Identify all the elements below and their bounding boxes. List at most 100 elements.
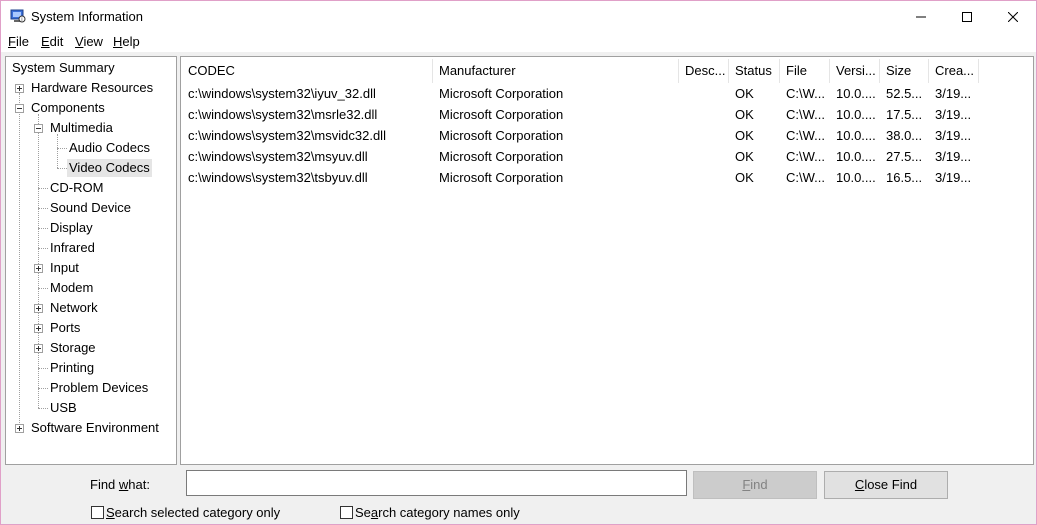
- tree-expand-icon[interactable]: [15, 424, 24, 433]
- tree-item-storage[interactable]: Storage: [50, 339, 96, 357]
- tree-collapse-icon[interactable]: [34, 124, 43, 133]
- column-header-description[interactable]: Desc...: [679, 59, 729, 83]
- column-header-created[interactable]: Crea...: [929, 59, 979, 83]
- menu-edit[interactable]: Edit: [41, 34, 63, 49]
- close-button[interactable]: [990, 1, 1036, 32]
- checkbox-box[interactable]: [340, 505, 353, 519]
- column-header-manufacturer[interactable]: Manufacturer: [433, 59, 679, 83]
- svg-text:i: i: [21, 17, 22, 23]
- column-header-codec[interactable]: CODEC: [182, 59, 433, 83]
- search-selected-mnemonic: S: [106, 504, 115, 520]
- table-cell[interactable]: 52.5...: [880, 83, 929, 104]
- find-button[interactable]: Find: [693, 471, 817, 499]
- table-cell[interactable]: c:\windows\system32\tsbyuv.dll: [182, 167, 433, 188]
- table-cell[interactable]: OK: [729, 125, 780, 146]
- table-cell[interactable]: 10.0....: [830, 167, 880, 188]
- table-cell[interactable]: 3/19...: [929, 125, 979, 146]
- minimize-icon: [916, 16, 926, 17]
- tree-connector: [19, 93, 20, 429]
- tree-item-software-environment[interactable]: Software Environment: [31, 419, 159, 437]
- table-cell[interactable]: C:\W...: [780, 104, 830, 125]
- maximize-icon: [962, 11, 972, 22]
- table-cell[interactable]: 10.0....: [830, 146, 880, 167]
- table-cell[interactable]: 3/19...: [929, 104, 979, 125]
- tree-connector: [38, 208, 48, 209]
- checkbox-box[interactable]: [91, 505, 104, 519]
- tree-collapse-icon[interactable]: [15, 104, 24, 113]
- table-cell[interactable]: Microsoft Corporation: [433, 104, 679, 125]
- tree-item-modem[interactable]: Modem: [50, 279, 93, 297]
- tree-expand-icon[interactable]: [34, 324, 43, 333]
- table-cell[interactable]: C:\W...: [780, 125, 830, 146]
- tree-item-usb[interactable]: USB: [50, 399, 77, 417]
- table-cell[interactable]: Microsoft Corporation: [433, 83, 679, 104]
- details-list[interactable]: CODEC Manufacturer Desc... Status File V…: [180, 56, 1034, 465]
- tree-expand-icon[interactable]: [34, 304, 43, 313]
- minimize-button[interactable]: [898, 1, 944, 32]
- tree-item-label: Input: [50, 260, 79, 275]
- menu-file[interactable]: File: [8, 34, 29, 49]
- table-cell[interactable]: 10.0....: [830, 104, 880, 125]
- tree-item-label: Audio Codecs: [69, 140, 150, 155]
- menu-view[interactable]: View: [75, 34, 103, 49]
- table-cell[interactable]: Microsoft Corporation: [433, 125, 679, 146]
- tree-connector: [57, 134, 58, 168]
- maximize-button[interactable]: [944, 1, 990, 32]
- find-what-input[interactable]: [186, 470, 687, 496]
- table-cell[interactable]: 27.5...: [880, 146, 929, 167]
- column-header-status[interactable]: Status: [729, 59, 780, 83]
- table-cell[interactable]: c:\windows\system32\msyuv.dll: [182, 146, 433, 167]
- close-find-button[interactable]: Close Find: [824, 471, 948, 499]
- table-cell[interactable]: C:\W...: [780, 83, 830, 104]
- table-cell[interactable]: OK: [729, 83, 780, 104]
- column-header-file[interactable]: File: [780, 59, 830, 83]
- table-cell[interactable]: 38.0...: [880, 125, 929, 146]
- tree-item-label: Components: [31, 100, 105, 115]
- find-what-label: Find what:: [90, 477, 150, 492]
- tree-item-video-codecs[interactable]: Video Codecs: [67, 159, 152, 177]
- tree-item-display[interactable]: Display: [50, 219, 93, 237]
- table-cell[interactable]: 17.5...: [880, 104, 929, 125]
- tree-item-network[interactable]: Network: [50, 299, 98, 317]
- tree-item-ports[interactable]: Ports: [50, 319, 80, 337]
- column-header-version[interactable]: Versi...: [830, 59, 880, 83]
- category-tree[interactable]: System Summary Hardware Resources Compon…: [5, 56, 177, 465]
- tree-item-components[interactable]: Components: [31, 99, 105, 117]
- table-cell[interactable]: c:\windows\system32\msvidc32.dll: [182, 125, 433, 146]
- tree-expand-icon[interactable]: [15, 84, 24, 93]
- table-cell[interactable]: OK: [729, 167, 780, 188]
- table-cell[interactable]: 3/19...: [929, 146, 979, 167]
- tree-item-problem-devices[interactable]: Problem Devices: [50, 379, 148, 397]
- tree-expand-icon[interactable]: [34, 344, 43, 353]
- table-cell[interactable]: 10.0....: [830, 125, 880, 146]
- menu-help[interactable]: Help: [113, 34, 140, 49]
- tree-item-sound-device[interactable]: Sound Device: [50, 199, 131, 217]
- menu-file-label: ile: [15, 34, 29, 49]
- search-category-names-checkbox[interactable]: Search category names only: [340, 504, 520, 520]
- table-cell[interactable]: c:\windows\system32\msrle32.dll: [182, 104, 433, 125]
- table-cell[interactable]: Microsoft Corporation: [433, 167, 679, 188]
- table-cell[interactable]: 3/19...: [929, 167, 979, 188]
- tree-item-input[interactable]: Input: [50, 259, 79, 277]
- tree-item-system-summary[interactable]: System Summary: [12, 59, 115, 77]
- tree-item-label: USB: [50, 400, 77, 415]
- tree-item-cd-rom[interactable]: CD-ROM: [50, 179, 103, 197]
- table-cell[interactable]: C:\W...: [780, 167, 830, 188]
- table-cell[interactable]: 10.0....: [830, 83, 880, 104]
- tree-item-multimedia[interactable]: Multimedia: [50, 119, 113, 137]
- tree-expand-icon[interactable]: [34, 264, 43, 273]
- column-header-size[interactable]: Size: [880, 59, 929, 83]
- search-selected-category-checkbox[interactable]: Search selected category only: [91, 504, 280, 520]
- table-cell[interactable]: 16.5...: [880, 167, 929, 188]
- table-cell[interactable]: Microsoft Corporation: [433, 146, 679, 167]
- table-cell[interactable]: OK: [729, 146, 780, 167]
- tree-item-label: System Summary: [12, 60, 115, 75]
- table-cell[interactable]: C:\W...: [780, 146, 830, 167]
- table-cell[interactable]: OK: [729, 104, 780, 125]
- tree-item-hardware-resources[interactable]: Hardware Resources: [31, 79, 153, 97]
- tree-item-audio-codecs[interactable]: Audio Codecs: [69, 139, 150, 157]
- tree-item-infrared[interactable]: Infrared: [50, 239, 95, 257]
- table-cell[interactable]: 3/19...: [929, 83, 979, 104]
- tree-item-printing[interactable]: Printing: [50, 359, 94, 377]
- table-cell[interactable]: c:\windows\system32\iyuv_32.dll: [182, 83, 433, 104]
